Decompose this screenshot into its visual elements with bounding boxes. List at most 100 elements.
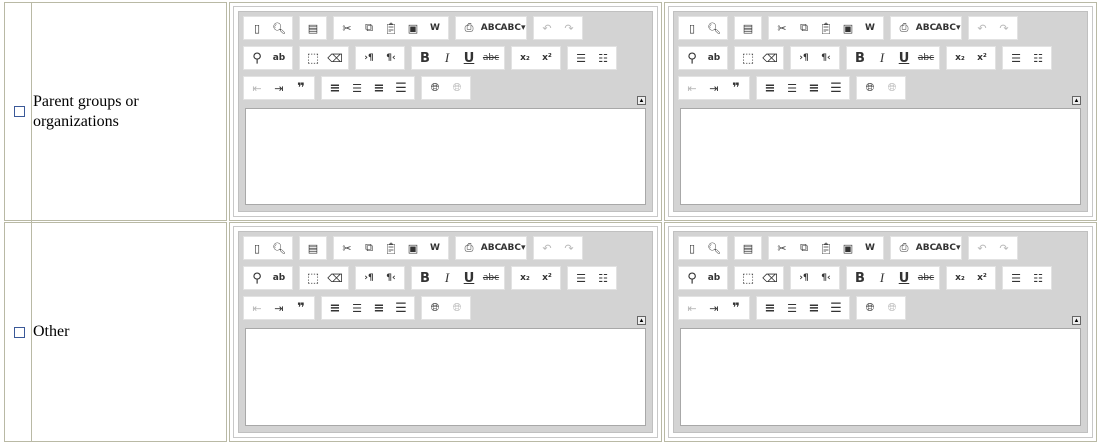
- justify-icon[interactable]: ☰: [826, 78, 846, 98]
- collapse-toolbar-icon[interactable]: ▲: [637, 96, 646, 105]
- editor-text-area[interactable]: [680, 108, 1081, 205]
- templates-icon[interactable]: ▤: [303, 238, 323, 258]
- spellcheck-icon[interactable]: ABC: [916, 18, 936, 38]
- preview-icon[interactable]: 🔍︎: [269, 18, 289, 38]
- bulleted-list-icon[interactable]: ☷: [593, 48, 613, 68]
- cut-icon[interactable]: ✂: [337, 18, 357, 38]
- redo-icon[interactable]: ↷: [994, 18, 1014, 38]
- editor-text-area[interactable]: [680, 328, 1081, 426]
- rtl-icon[interactable]: ¶‹: [381, 268, 401, 288]
- strikethrough-icon[interactable]: abc: [916, 268, 936, 288]
- numbered-list-icon[interactable]: ☰: [1006, 268, 1026, 288]
- ltr-icon[interactable]: ›¶: [359, 48, 379, 68]
- paste-text-icon[interactable]: ▣: [403, 18, 423, 38]
- italic-icon[interactable]: I: [872, 48, 892, 68]
- align-center-icon[interactable]: ☰: [347, 78, 367, 98]
- new-page-icon[interactable]: ▯: [682, 18, 702, 38]
- outdent-icon[interactable]: ⇤: [682, 78, 702, 98]
- subscript-icon[interactable]: x₂: [950, 268, 970, 288]
- spellcheck-as-you-type-icon[interactable]: ABC▾: [501, 18, 526, 38]
- indent-icon[interactable]: ⇥: [704, 78, 724, 98]
- link-icon[interactable]: 🌐︎: [425, 78, 445, 98]
- link-icon[interactable]: 🌐︎: [425, 298, 445, 318]
- align-left-icon[interactable]: ≡: [760, 78, 780, 98]
- find-icon[interactable]: ⚲: [682, 268, 702, 288]
- spellcheck-icon[interactable]: ABC: [916, 238, 936, 258]
- blockquote-icon[interactable]: ❞: [291, 298, 311, 318]
- undo-icon[interactable]: ↶: [537, 18, 557, 38]
- templates-icon[interactable]: ▤: [738, 238, 758, 258]
- spellcheck-as-you-type-icon[interactable]: ABC▾: [936, 238, 961, 258]
- remove-format-icon[interactable]: ⌫: [760, 268, 780, 288]
- numbered-list-icon[interactable]: ☰: [1006, 48, 1026, 68]
- italic-icon[interactable]: I: [437, 268, 457, 288]
- find-icon[interactable]: ⚲: [247, 48, 267, 68]
- indent-icon[interactable]: ⇥: [269, 78, 289, 98]
- undo-icon[interactable]: ↶: [537, 238, 557, 258]
- select-all-icon[interactable]: ⬚: [738, 48, 758, 68]
- blockquote-icon[interactable]: ❞: [726, 298, 746, 318]
- redo-icon[interactable]: ↷: [559, 238, 579, 258]
- new-page-icon[interactable]: ▯: [247, 238, 267, 258]
- align-right-icon[interactable]: ≡: [369, 78, 389, 98]
- row-2-checkbox[interactable]: [14, 326, 25, 338]
- paste-icon[interactable]: 📋︎: [816, 238, 836, 258]
- preview-icon[interactable]: 🔍︎: [704, 238, 724, 258]
- superscript-icon[interactable]: x²: [537, 268, 557, 288]
- paste-word-icon[interactable]: W: [425, 18, 445, 38]
- paste-icon[interactable]: 📋︎: [381, 18, 401, 38]
- superscript-icon[interactable]: x²: [972, 48, 992, 68]
- templates-icon[interactable]: ▤: [738, 18, 758, 38]
- cut-icon[interactable]: ✂: [772, 238, 792, 258]
- numbered-list-icon[interactable]: ☰: [571, 268, 591, 288]
- paste-icon[interactable]: 📋︎: [816, 18, 836, 38]
- italic-icon[interactable]: I: [872, 268, 892, 288]
- preview-icon[interactable]: 🔍︎: [269, 238, 289, 258]
- paste-icon[interactable]: 📋︎: [381, 238, 401, 258]
- paste-text-icon[interactable]: ▣: [838, 18, 858, 38]
- print-icon[interactable]: ⎙: [894, 238, 914, 258]
- strikethrough-icon[interactable]: abc: [481, 268, 501, 288]
- align-left-icon[interactable]: ≡: [325, 298, 345, 318]
- numbered-list-icon[interactable]: ☰: [571, 48, 591, 68]
- justify-icon[interactable]: ☰: [391, 298, 411, 318]
- copy-icon[interactable]: ⧉: [359, 18, 379, 38]
- new-page-icon[interactable]: ▯: [682, 238, 702, 258]
- remove-format-icon[interactable]: ⌫: [325, 48, 345, 68]
- replace-icon[interactable]: ab: [269, 48, 289, 68]
- rtl-icon[interactable]: ¶‹: [816, 48, 836, 68]
- bold-icon[interactable]: B: [850, 268, 870, 288]
- indent-icon[interactable]: ⇥: [269, 298, 289, 318]
- justify-icon[interactable]: ☰: [826, 298, 846, 318]
- rtl-icon[interactable]: ¶‹: [816, 268, 836, 288]
- print-icon[interactable]: ⎙: [459, 238, 479, 258]
- collapse-toolbar-icon[interactable]: ▲: [1072, 96, 1081, 105]
- blockquote-icon[interactable]: ❞: [291, 78, 311, 98]
- unlink-icon[interactable]: 🌐︎: [447, 298, 467, 318]
- unlink-icon[interactable]: 🌐︎: [882, 78, 902, 98]
- superscript-icon[interactable]: x²: [537, 48, 557, 68]
- new-page-icon[interactable]: ▯: [247, 18, 267, 38]
- find-icon[interactable]: ⚲: [247, 268, 267, 288]
- link-icon[interactable]: 🌐︎: [860, 298, 880, 318]
- strikethrough-icon[interactable]: abc: [481, 48, 501, 68]
- spellcheck-as-you-type-icon[interactable]: ABC▾: [936, 18, 961, 38]
- print-icon[interactable]: ⎙: [459, 18, 479, 38]
- remove-format-icon[interactable]: ⌫: [760, 48, 780, 68]
- bulleted-list-icon[interactable]: ☷: [1028, 268, 1048, 288]
- paste-word-icon[interactable]: W: [425, 238, 445, 258]
- align-right-icon[interactable]: ≡: [804, 78, 824, 98]
- collapse-toolbar-icon[interactable]: ▲: [637, 316, 646, 325]
- preview-icon[interactable]: 🔍︎: [704, 18, 724, 38]
- unlink-icon[interactable]: 🌐︎: [882, 298, 902, 318]
- ltr-icon[interactable]: ›¶: [359, 268, 379, 288]
- cut-icon[interactable]: ✂: [337, 238, 357, 258]
- unlink-icon[interactable]: 🌐︎: [447, 78, 467, 98]
- align-center-icon[interactable]: ☰: [782, 78, 802, 98]
- spellcheck-icon[interactable]: ABC: [481, 18, 501, 38]
- underline-icon[interactable]: U: [459, 268, 479, 288]
- indent-icon[interactable]: ⇥: [704, 298, 724, 318]
- replace-icon[interactable]: ab: [269, 268, 289, 288]
- print-icon[interactable]: ⎙: [894, 18, 914, 38]
- redo-icon[interactable]: ↷: [994, 238, 1014, 258]
